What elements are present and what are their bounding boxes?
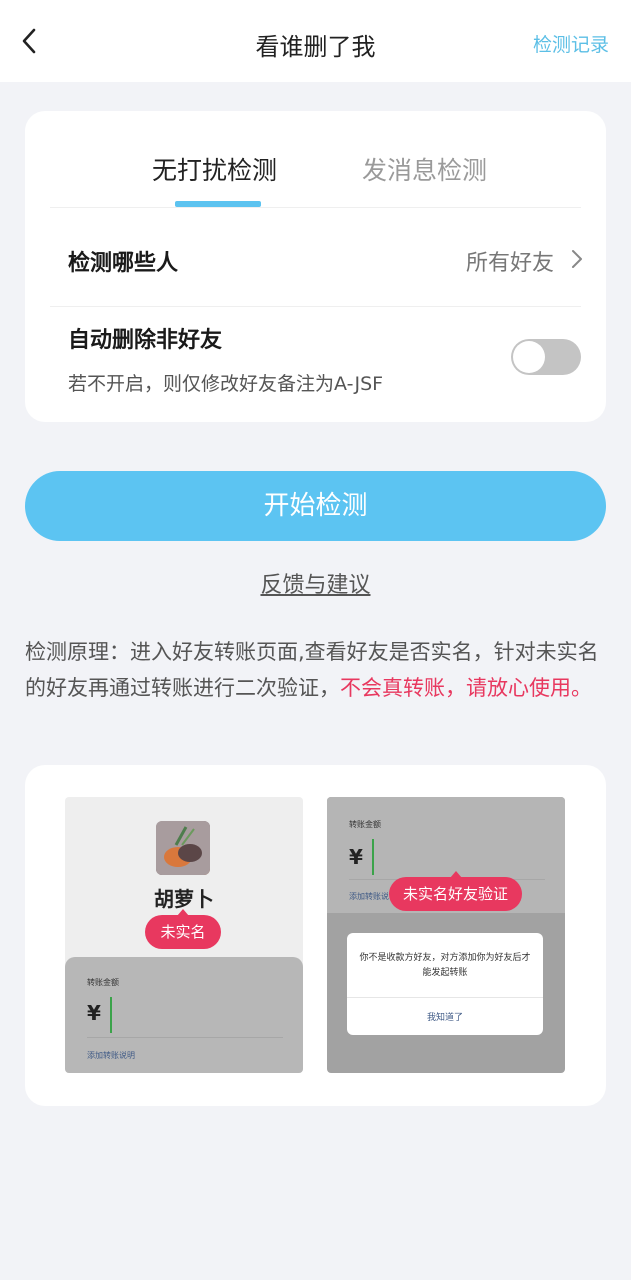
- feedback-link[interactable]: 反馈与建议: [0, 567, 631, 599]
- transfer-amount-label: 转账金额: [87, 978, 119, 987]
- detection-history-link[interactable]: 检测记录: [533, 30, 609, 57]
- currency-symbol: ¥: [87, 1001, 101, 1025]
- not-friend-dialog: 你不是收款方好友，对方添加你为好友后才能发起转账 我知道了: [347, 933, 543, 1035]
- add-transfer-note-link: 添加转账说: [349, 892, 389, 901]
- transfer-amount-label: 转账金额: [349, 820, 381, 829]
- auto-delete-label: 自动删除非好友: [68, 328, 223, 353]
- start-detection-button[interactable]: 开始检测: [25, 471, 606, 541]
- who-to-detect-label: 检测哪些人: [68, 251, 179, 276]
- input-cursor: [110, 997, 112, 1033]
- amount-underline: [87, 1037, 283, 1038]
- illustration-card: 胡萝卜 未实名 转账金额 ¥ 添加转账说明 转账金额 ¥ 添加转账说 未实名好友…: [25, 765, 606, 1106]
- carrot-photo-icon: [156, 821, 210, 875]
- auto-delete-note: 若不开启，则仅修改好友备注为A-JSF: [68, 373, 384, 395]
- dialog-message: 你不是收款方好友，对方添加你为好友后才能发起转账: [359, 953, 531, 978]
- dialog-ok-button: 我知道了: [426, 1013, 463, 1023]
- row-divider: [50, 306, 581, 307]
- transfer-sheet: 转账金额 ¥ 添加转账说明: [65, 957, 303, 1073]
- avatar: [156, 821, 210, 875]
- settings-card: 无打扰检测 发消息检测 检测哪些人 所有好友 自动删除非好友 若不开启，则仅修改…: [25, 111, 606, 422]
- top-bar: 看谁删了我 检测记录: [0, 0, 631, 82]
- illustration-unverified-friend: 胡萝卜 未实名 转账金额 ¥ 添加转账说明: [65, 797, 303, 1073]
- input-cursor: [372, 839, 374, 875]
- verification-badge: 未实名好友验证: [389, 871, 522, 911]
- chevron-right-icon: [572, 250, 582, 268]
- friend-name: 胡萝卜: [154, 887, 214, 911]
- principle-warning: 不会真转账，请放心使用。: [340, 676, 592, 700]
- dialog-divider: [347, 997, 543, 998]
- add-transfer-note-link: 添加转账说明: [87, 1051, 135, 1060]
- unverified-badge: 未实名: [145, 909, 221, 949]
- auto-delete-toggle[interactable]: [511, 339, 581, 375]
- currency-symbol: ¥: [349, 845, 363, 869]
- tab-send-message[interactable]: 发消息检测: [362, 151, 487, 187]
- tab-no-disturb[interactable]: 无打扰检测: [152, 151, 277, 187]
- illustration-verification-dialog: 转账金额 ¥ 添加转账说 未实名好友验证 你不是收款方好友，对方添加你为好友后才…: [327, 797, 565, 1073]
- detection-principle: 检测原理：进入好友转账页面,查看好友是否实名，针对未实名的好友再通过转账进行二次…: [25, 634, 610, 706]
- toggle-knob: [513, 341, 545, 373]
- tabs-divider: [50, 207, 581, 208]
- who-to-detect-value: 所有好友: [465, 251, 554, 276]
